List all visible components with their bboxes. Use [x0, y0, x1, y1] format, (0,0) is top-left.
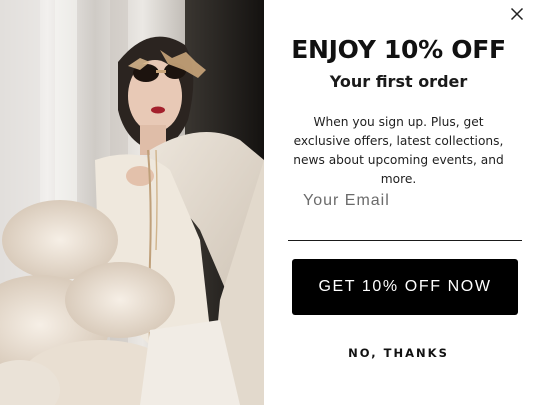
hero-image [0, 0, 264, 405]
get-discount-button[interactable]: GET 10% OFF NOW [292, 259, 518, 315]
offer-description: When you sign up. Plus, get exclusive of… [293, 115, 504, 186]
offer-subheadline: Your first order [329, 72, 468, 91]
email-input[interactable] [288, 186, 522, 216]
close-icon [510, 7, 524, 21]
offer-headline: ENJOY 10% OFF [291, 35, 506, 64]
email-field-wrapper [288, 186, 522, 241]
signup-popup: ENJOY 10% OFF Your first order When you … [0, 0, 533, 405]
close-button[interactable] [507, 4, 527, 24]
no-thanks-link[interactable]: NO, THANKS [264, 346, 533, 360]
signup-form-panel: ENJOY 10% OFF Your first order When you … [264, 0, 533, 405]
